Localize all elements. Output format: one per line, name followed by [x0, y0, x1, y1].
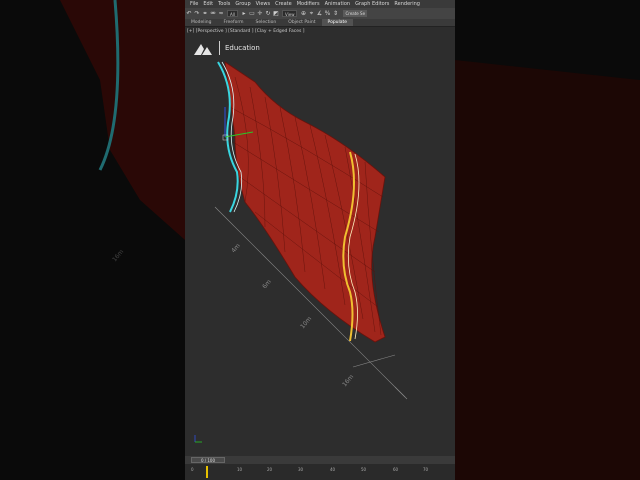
pivot-icon[interactable]: ⊕: [299, 8, 307, 19]
percent-snap-icon[interactable]: %: [323, 8, 331, 19]
bind-icon[interactable]: ≈: [217, 8, 225, 19]
undo-icon[interactable]: ↶: [185, 8, 193, 19]
timeline-tick: 60: [393, 467, 399, 472]
viewport-label[interactable]: [+] [Perspective ] [Standard ] [Clay + E…: [187, 29, 305, 34]
menu-bar: File Edit Tools Group Views Create Modif…: [185, 0, 455, 8]
timeline-tick: 30: [298, 467, 304, 472]
timeline-tick: 70: [423, 467, 429, 472]
timeline-tick: 40: [330, 467, 336, 472]
menu-group[interactable]: Group: [235, 0, 250, 8]
time-slider[interactable]: 0 / 100: [191, 457, 225, 463]
select-icon[interactable]: ▸: [240, 8, 248, 19]
ribbon-tabs: Modeling Freeform Selection Object Paint…: [185, 19, 455, 27]
reference-coord-dropdown[interactable]: View: [281, 10, 298, 17]
tab-object-paint[interactable]: Object Paint: [282, 19, 321, 26]
unlink-icon[interactable]: ⚮: [209, 8, 217, 19]
menu-views[interactable]: Views: [256, 0, 270, 8]
time-slider-bar: 0 / 100: [185, 456, 455, 464]
app-window: File Edit Tools Group Views Create Modif…: [185, 0, 455, 480]
rotate-icon[interactable]: ↻: [264, 8, 272, 19]
logo-text: Education: [225, 44, 260, 52]
timeline-tick: 20: [267, 467, 273, 472]
menu-rendering[interactable]: Rendering: [394, 0, 420, 8]
spinner-snap-icon[interactable]: ⇕: [331, 8, 339, 19]
logo-divider: [219, 41, 220, 55]
menu-animation[interactable]: Animation: [325, 0, 351, 8]
create-selection-set[interactable]: Create Se: [343, 10, 368, 17]
tab-freeform[interactable]: Freeform: [217, 19, 249, 26]
menu-edit[interactable]: Edit: [203, 0, 213, 8]
brand-logo-icon: [194, 44, 212, 55]
menu-tools[interactable]: Tools: [218, 0, 230, 8]
menu-file[interactable]: File: [190, 0, 198, 8]
angle-snap-icon[interactable]: ∡: [315, 8, 323, 19]
tab-modeling[interactable]: Modeling: [185, 19, 217, 26]
move-icon[interactable]: ✛: [256, 8, 264, 19]
menu-graph-editors[interactable]: Graph Editors: [355, 0, 389, 8]
main-toolbar: ↶ ↷ ⚭ ⚮ ≈ All ▸ ▭ ✛ ↻ ◩ View ⊕ ⌖ ∡ % ⇕ C…: [185, 8, 455, 19]
link-icon[interactable]: ⚭: [201, 8, 209, 19]
timeline-tick: 0: [191, 467, 194, 472]
filter-dropdown[interactable]: All: [227, 10, 238, 17]
snap-icon[interactable]: ⌖: [307, 8, 315, 19]
perspective-viewport[interactable]: 4m 6m 10m 16m: [185, 27, 455, 455]
select-region-icon[interactable]: ▭: [248, 8, 256, 19]
scale-icon[interactable]: ◩: [272, 8, 280, 19]
timeline-tick: 50: [361, 467, 367, 472]
tab-selection[interactable]: Selection: [250, 19, 283, 26]
trackbar[interactable]: 0 10 20 30 40 50 60 70: [185, 464, 455, 480]
playhead[interactable]: [206, 466, 208, 478]
menu-modifiers[interactable]: Modifiers: [297, 0, 320, 8]
timeline-tick: 10: [237, 467, 243, 472]
redo-icon[interactable]: ↷: [193, 8, 201, 19]
tab-populate[interactable]: Populate: [321, 19, 354, 26]
menu-create[interactable]: Create: [275, 0, 292, 8]
